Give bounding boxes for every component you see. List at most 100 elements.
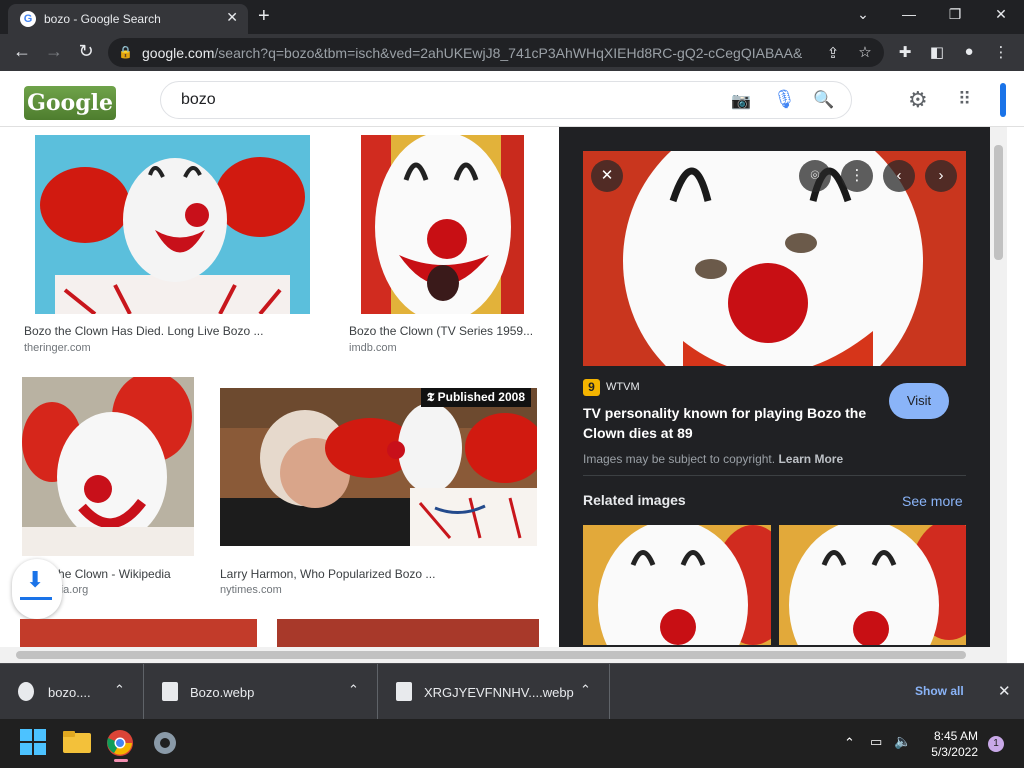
chevron-up-icon[interactable]: ⌃	[348, 682, 359, 698]
vertical-scrollbar[interactable]	[990, 127, 1007, 647]
search-input[interactable]: bozo	[181, 91, 216, 109]
search-box[interactable]: bozo 📷 🎙 🔍	[160, 81, 852, 119]
back-icon[interactable]: ←	[10, 41, 34, 62]
google-header: Google bozo 📷 🎙 🔍 ⚙ ⠿	[0, 71, 1024, 127]
side-panel-icon[interactable]: ◧	[926, 43, 948, 61]
system-clock[interactable]: 8:45 AM 5/3/2022	[920, 728, 978, 760]
nyt-logo-icon: 𝕿	[426, 390, 438, 404]
visit-button[interactable]: Visit	[889, 383, 949, 419]
scroll-thumb[interactable]	[994, 145, 1003, 260]
result-image-partial[interactable]	[20, 619, 257, 647]
file-icon	[396, 682, 412, 701]
horizontal-scrollbar[interactable]	[0, 647, 1007, 663]
download-item[interactable]: bozo.... ⌃	[0, 664, 144, 720]
notification-badge[interactable]: 1	[988, 736, 1004, 752]
apps-grid-icon[interactable]: ⠿	[958, 89, 971, 110]
sign-in-button[interactable]	[1000, 83, 1006, 117]
result-caption[interactable]: Larry Harmon, Who Popularized Bozo ...	[220, 567, 435, 581]
close-window-icon[interactable]: ✕	[986, 6, 1016, 23]
forward-icon[interactable]: →	[42, 41, 66, 62]
file-explorer-icon[interactable]	[63, 729, 91, 757]
result-source[interactable]: imdb.com	[349, 342, 397, 354]
clown-image	[361, 135, 524, 314]
related-image[interactable]	[583, 525, 771, 645]
chrome-taskbar-icon[interactable]	[106, 729, 136, 762]
chevron-up-icon[interactable]: ⌃	[580, 682, 591, 698]
volume-icon[interactable]: 🔈	[894, 733, 911, 750]
show-all-button[interactable]: Show all	[915, 684, 964, 698]
microphone-icon[interactable]: 🎙	[773, 89, 796, 110]
download-item[interactable]: Bozo.webp ⌃	[144, 664, 378, 720]
url-text: google.com/search?q=bozo&tbm=isch&ved=2a…	[142, 45, 802, 61]
lock-icon[interactable]: 🔒	[118, 45, 133, 59]
restore-icon[interactable]: ❐	[940, 6, 970, 23]
reload-icon[interactable]: ↻	[74, 41, 98, 62]
clown-image	[583, 525, 771, 645]
active-indicator	[114, 759, 128, 762]
learn-more-link[interactable]: Learn More	[778, 452, 843, 466]
result-image-partial[interactable]	[277, 619, 539, 647]
result-caption[interactable]: Bozo the Clown (TV Series 1959...	[349, 324, 533, 338]
google-favicon-icon: G	[20, 11, 36, 27]
download-progress-bar	[20, 597, 52, 600]
divider	[583, 475, 966, 476]
camera-icon[interactable]: 📷	[731, 91, 751, 111]
tab-search-icon[interactable]: ⌄	[848, 6, 878, 23]
published-badge: 𝕿 Published 2008	[420, 388, 531, 407]
menu-icon[interactable]: ⋮	[990, 43, 1012, 61]
result-caption[interactable]: Bozo the Clown Has Died. Long Live Bozo …	[24, 324, 263, 338]
web-page: Google bozo 📷 🎙 🔍 ⚙ ⠿ Bozo the Clown Has…	[0, 71, 1024, 663]
share-icon[interactable]: ⇪	[822, 44, 844, 62]
preview-title[interactable]: TV personality known for playing Bozo th…	[583, 403, 883, 443]
close-tab-icon[interactable]: ✕	[226, 9, 238, 26]
close-downloads-icon[interactable]: ✕	[998, 682, 1011, 700]
result-image-nytimes[interactable]: 𝕿 Published 2008	[220, 388, 537, 546]
bookmark-star-icon[interactable]: ☆	[854, 43, 876, 61]
larry-harmon-image	[220, 388, 537, 546]
result-source[interactable]: theringer.com	[24, 342, 91, 354]
chevron-up-icon[interactable]: ⌃	[114, 682, 125, 698]
search-icon[interactable]: 🔍	[813, 90, 834, 110]
clown-image	[22, 377, 194, 556]
settings-taskbar-icon[interactable]	[151, 729, 179, 757]
more-options-icon[interactable]: ⋮	[841, 160, 873, 192]
downloads-bar: bozo.... ⌃ Bozo.webp ⌃ XRGJYEVFNNHV....w…	[0, 663, 1024, 720]
see-more-link[interactable]: See more	[902, 493, 963, 509]
previous-image-icon[interactable]: ‹	[883, 160, 915, 192]
tab-google-search[interactable]: G bozo - Google Search ✕	[8, 4, 248, 34]
browser-toolbar: ← → ↻ 🔒 google.com/search?q=bozo&tbm=isc…	[0, 34, 1024, 71]
scroll-thumb[interactable]	[16, 651, 966, 659]
minimize-icon[interactable]: —	[894, 6, 924, 22]
clown-image	[779, 525, 966, 645]
copyright-notice: Images may be subject to copyright. Lear…	[583, 452, 844, 466]
file-icon	[18, 682, 34, 701]
result-image-imdb[interactable]	[361, 135, 524, 314]
close-preview-icon[interactable]: ✕	[591, 160, 623, 192]
source-name[interactable]: WTVM	[606, 381, 640, 393]
profile-icon[interactable]: ●	[958, 43, 980, 60]
google-doodle-logo[interactable]: Google	[24, 86, 116, 120]
download-item[interactable]: XRGJYEVFNNHV....webp ⌃	[378, 664, 610, 720]
address-bar[interactable]: 🔒 google.com/search?q=bozo&tbm=isch&ved=…	[108, 38, 884, 67]
settings-gear-icon[interactable]: ⚙	[908, 87, 928, 113]
extensions-icon[interactable]: ✚	[894, 43, 916, 61]
related-images-heading: Related images	[583, 492, 686, 508]
start-windows-icon[interactable]	[20, 729, 48, 757]
lens-search-icon[interactable]: ⌾	[799, 160, 831, 192]
windows-taskbar: ⌃ ▭ 🔈 8:45 AM 5/3/2022 1	[0, 719, 1024, 768]
download-arrow-icon: ⬇	[26, 567, 45, 592]
new-tab-icon[interactable]: +	[258, 5, 270, 28]
image-preview-panel: ✕ ⌾ ⋮ ‹ › 9 WTVM TV personality known fo…	[559, 127, 990, 663]
clown-image	[40, 157, 305, 314]
result-image-theringer[interactable]	[35, 135, 310, 314]
result-source[interactable]: nytimes.com	[220, 584, 282, 596]
wtvm-logo-icon: 9	[583, 379, 600, 396]
file-icon	[162, 682, 178, 701]
next-image-icon[interactable]: ›	[925, 160, 957, 192]
network-icon[interactable]: ▭	[870, 734, 882, 750]
show-hidden-icons-icon[interactable]: ⌃	[844, 735, 855, 751]
related-image[interactable]	[779, 525, 966, 645]
tab-strip: G bozo - Google Search ✕ + ⌄ — ❐ ✕	[0, 0, 1024, 34]
result-image-wikipedia[interactable]	[22, 377, 194, 556]
download-progress-overlay[interactable]: ⬇	[12, 559, 62, 619]
